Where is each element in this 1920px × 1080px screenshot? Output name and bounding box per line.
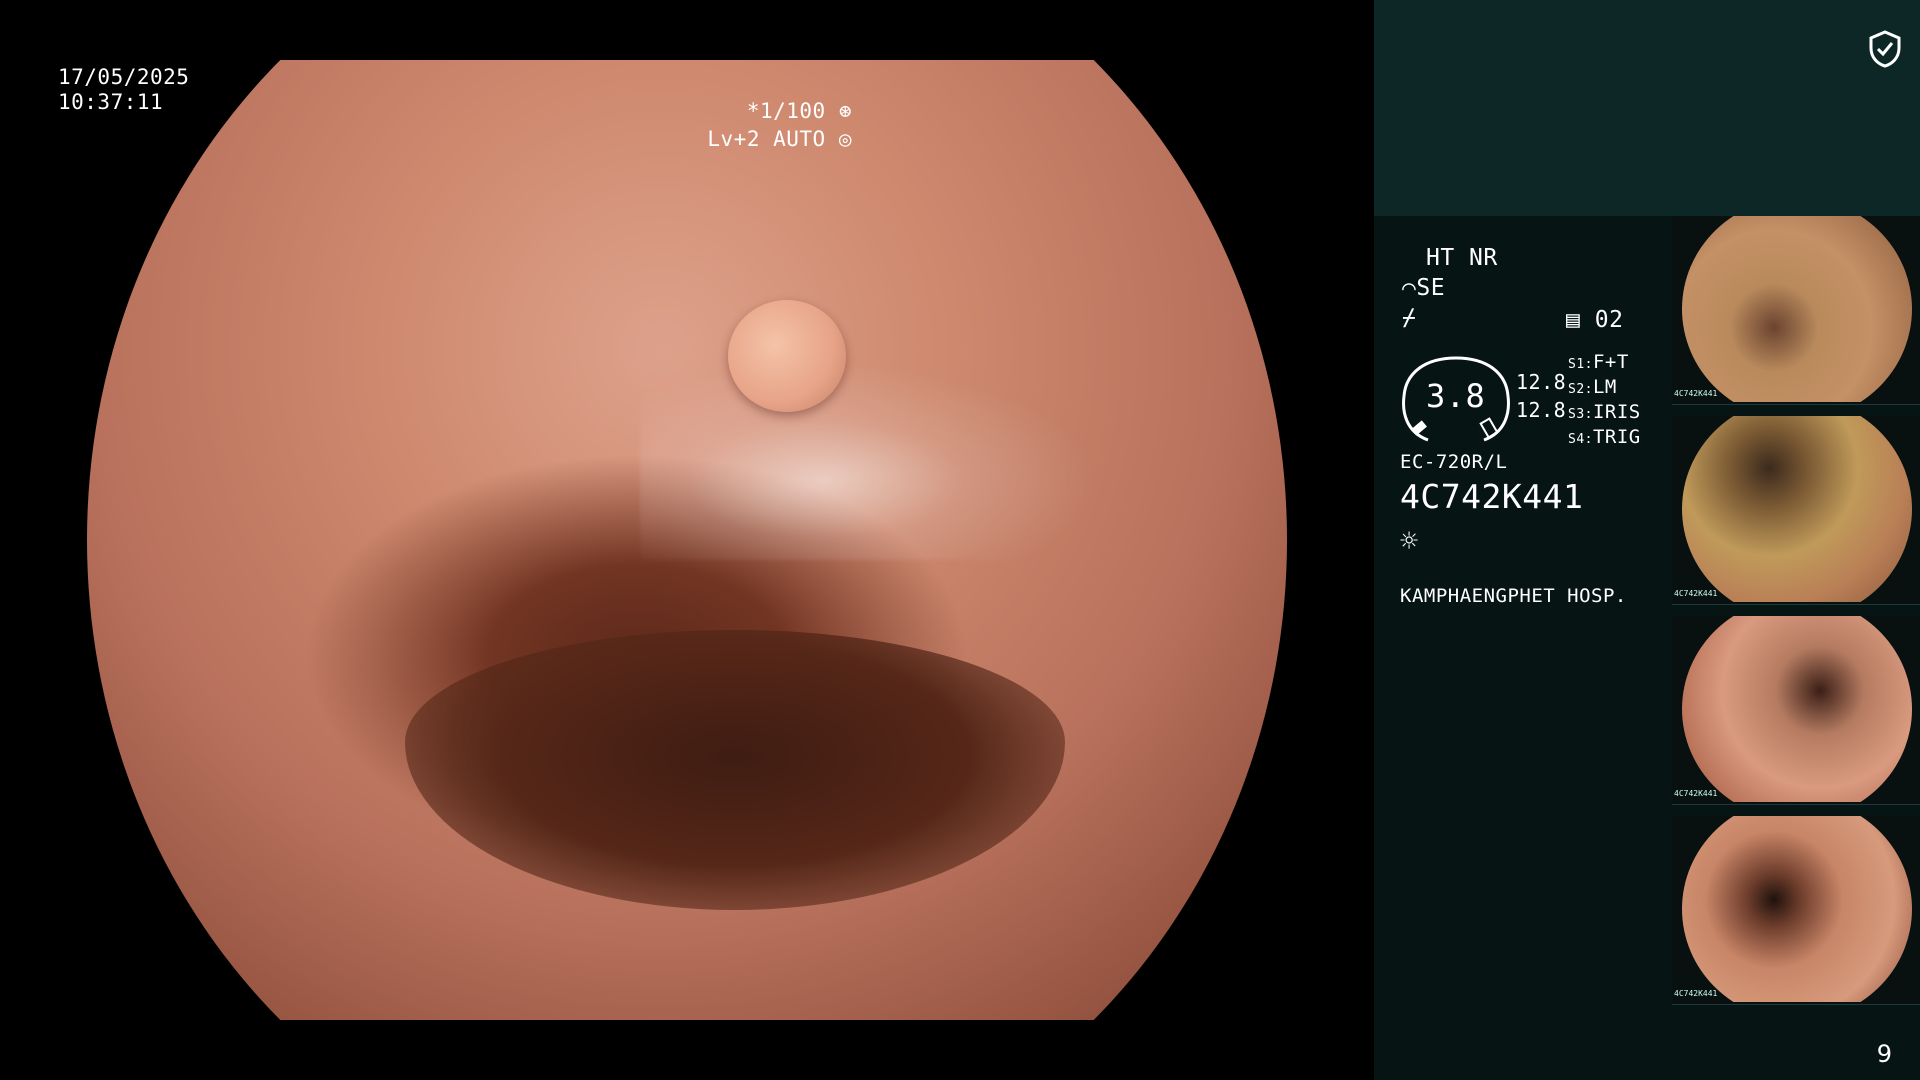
value-bottom: 12.8 — [1516, 398, 1567, 422]
thumbnail-image — [1682, 216, 1912, 402]
thumbnail-2[interactable]: 4C742K441 — [1672, 416, 1920, 605]
thumbnail-label: 4C742K441 — [1674, 989, 1718, 998]
fan-icon: ⌿ — [1402, 305, 1417, 331]
scope-serial: 4C742K441 — [1400, 477, 1584, 516]
scope-model: EC-720R/L — [1400, 451, 1508, 473]
s3-value: IRIS — [1592, 401, 1641, 423]
right-panel: HT NR ⌒SE ⌿ ▤ 02 3.8 12.8 12.8 S1:F+T S2… — [1374, 0, 1920, 1080]
thumbnail-image — [1682, 616, 1912, 802]
s4-value: TRIG — [1592, 426, 1641, 448]
record-counter: ▤ 02 — [1566, 306, 1623, 334]
shield-check-icon — [1869, 30, 1901, 68]
record-count: 02 — [1594, 307, 1624, 333]
light-reflection — [640, 360, 1100, 560]
thumbnail-label: 4C742K441 — [1674, 389, 1718, 398]
s2-label: S2: — [1568, 382, 1593, 397]
value-top: 12.8 — [1516, 370, 1567, 394]
iris-icon: ◎ — [838, 127, 852, 151]
mode-se: ⌒SE — [1402, 274, 1445, 302]
s4-label: S4: — [1568, 432, 1593, 447]
light-icon: ☼ — [1400, 524, 1419, 559]
overlay-date: 17/05/2025 — [58, 65, 190, 89]
setting-s4: S4:TRIG — [1568, 423, 1641, 454]
info-panel: HT NR ⌒SE ⌿ ▤ 02 3.8 12.8 12.8 S1:F+T S2… — [1374, 216, 1666, 1080]
main-endoscope-view: 17/05/2025 10:37:11 *1/100 ⊛ Lv+2 AUTO ◎ — [0, 0, 1374, 1080]
thumbnail-3[interactable]: 4C742K441 — [1672, 616, 1920, 805]
thumbnail-image — [1682, 816, 1912, 1002]
s1-value: F+T — [1592, 351, 1629, 373]
thumbnail-4[interactable]: 4C742K441 — [1672, 816, 1920, 1005]
shutter-icon: ⊛ — [838, 99, 852, 123]
level-readout: Lv+2 AUTO ◎ — [707, 126, 852, 152]
se-label: SE — [1416, 275, 1446, 301]
thumbnail-strip: 4C742K441 4C742K441 4C742K441 4C742K441 — [1672, 216, 1920, 1022]
polyp — [728, 300, 846, 412]
hospital-name: KAMPHAENGPHET HOSP. — [1400, 585, 1627, 607]
thumbnail-label: 4C742K441 — [1674, 789, 1718, 798]
shutter-value: *1/100 — [746, 99, 826, 123]
thumbnail-image — [1682, 416, 1912, 602]
thumbnail-label: 4C742K441 — [1674, 589, 1718, 598]
s1-label: S1: — [1568, 357, 1593, 372]
record-icon: ▤ — [1566, 307, 1581, 333]
s3-label: S3: — [1568, 407, 1593, 422]
overlay-time: 10:37:11 — [58, 90, 164, 114]
shutter-readout: *1/100 ⊛ — [747, 98, 852, 124]
page-number: 9 — [1876, 1040, 1892, 1068]
level-value: Lv+2 AUTO — [707, 127, 826, 151]
s2-value: LM — [1592, 376, 1617, 398]
thumbnail-1[interactable]: 4C742K441 — [1672, 216, 1920, 405]
mode-ht-nr: HT NR — [1426, 245, 1498, 271]
panel-header — [1374, 0, 1920, 216]
gauge-value: 3.8 — [1426, 377, 1486, 415]
enhance-icon: ⌒ — [1402, 275, 1417, 301]
